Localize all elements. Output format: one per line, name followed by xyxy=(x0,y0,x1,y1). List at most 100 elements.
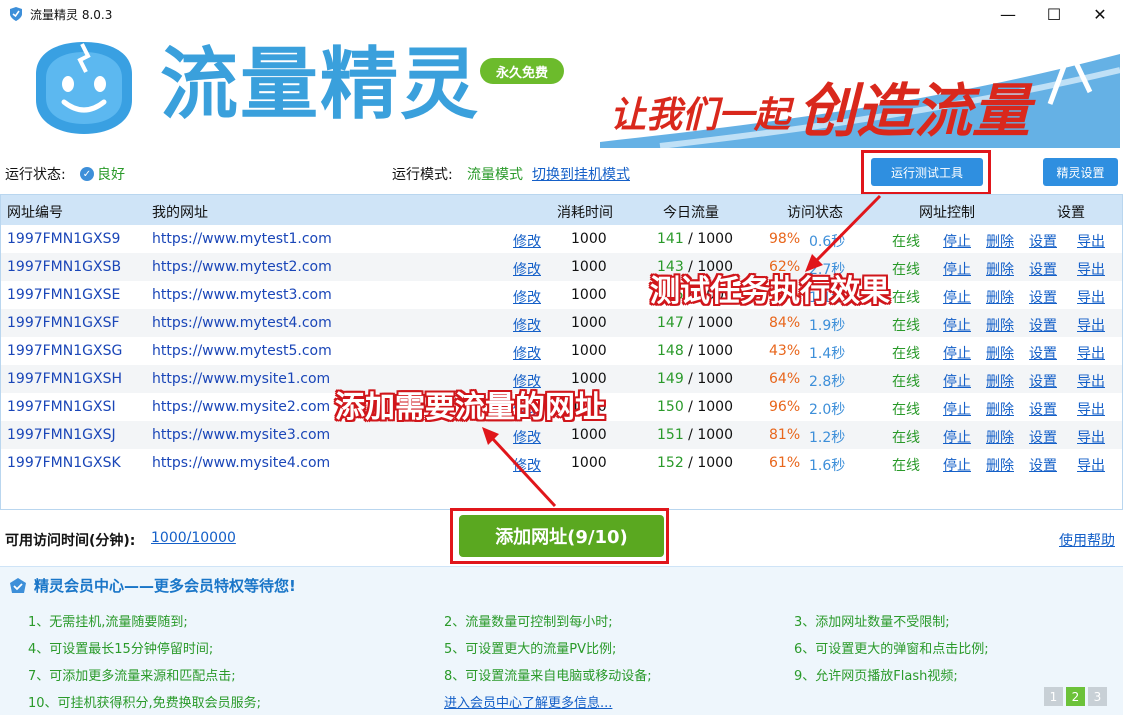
url-id: 1997FMN1GXSF xyxy=(7,315,120,331)
edit-link[interactable]: 修改 xyxy=(513,427,541,447)
export-link[interactable]: 导出 xyxy=(1077,315,1105,335)
settings-link[interactable]: 设置 xyxy=(1029,371,1057,391)
member-benefit-item: 1、无需挂机,流量随要随到; xyxy=(28,611,188,630)
flow-total: 1000 xyxy=(697,455,733,471)
settings-link[interactable]: 设置 xyxy=(1029,343,1057,363)
available-time-label: 可用访问时间(分钟): xyxy=(5,530,135,550)
stop-link[interactable]: 停止 xyxy=(943,427,971,447)
url-id: 1997FMN1GXSI xyxy=(7,399,116,415)
maximize-button[interactable]: ☐ xyxy=(1031,0,1077,28)
minimize-button[interactable]: — xyxy=(985,0,1031,28)
close-button[interactable]: ✕ xyxy=(1077,0,1123,28)
shield-icon xyxy=(8,6,24,22)
flow-value: 148 / 1000 xyxy=(657,343,733,359)
member-benefit-item: 3、添加网址数量不受限制; xyxy=(794,611,950,630)
stop-link[interactable]: 停止 xyxy=(943,259,971,279)
edit-link[interactable]: 修改 xyxy=(513,343,541,363)
status-percent: 96% xyxy=(769,399,800,415)
settings-link[interactable]: 设置 xyxy=(1029,287,1057,307)
stop-link[interactable]: 停止 xyxy=(943,315,971,335)
run-test-tool-button[interactable]: 运行测试工具 xyxy=(871,158,983,186)
flow-total: 1000 xyxy=(697,343,733,359)
flow-separator: / xyxy=(684,371,698,387)
url-id: 1997FMN1GXSG xyxy=(7,343,122,359)
delete-link[interactable]: 删除 xyxy=(986,231,1014,251)
page-button[interactable]: 1 xyxy=(1044,687,1063,706)
stop-link[interactable]: 停止 xyxy=(943,371,971,391)
export-link[interactable]: 导出 xyxy=(1077,259,1105,279)
run-mode-label: 运行模式: xyxy=(392,164,453,184)
edit-link[interactable]: 修改 xyxy=(513,259,541,279)
table-row: 1997FMN1GXSBhttps://www.mytest2.com修改100… xyxy=(1,253,1122,281)
settings-link[interactable]: 设置 xyxy=(1029,427,1057,447)
delete-link[interactable]: 删除 xyxy=(986,427,1014,447)
status-row: 运行状态: ✓ 良好 运行模式: 流量模式 切换到挂机模式 运行测试工具 精灵设… xyxy=(0,150,1123,192)
stop-link[interactable]: 停止 xyxy=(943,287,971,307)
status-seconds: 2.8秒 xyxy=(809,371,845,391)
settings-link[interactable]: 设置 xyxy=(1029,315,1057,335)
slogan: 让我们一起 创造流量 xyxy=(600,34,1120,148)
stop-link[interactable]: 停止 xyxy=(943,455,971,475)
table-row: 1997FMN1GXSFhttps://www.mytest4.com修改100… xyxy=(1,309,1122,337)
member-benefit-item: 7、可添加更多流量来源和匹配点击; xyxy=(28,665,236,684)
url-id: 1997FMN1GXSK xyxy=(7,455,121,471)
delete-link[interactable]: 删除 xyxy=(986,371,1014,391)
stop-link[interactable]: 停止 xyxy=(943,343,971,363)
table-row: 1997FMN1GXSEhttps://www.mytest3.com修改100… xyxy=(1,281,1122,309)
online-status: 在线 xyxy=(892,287,920,307)
flow-separator: / xyxy=(684,315,698,331)
edit-link[interactable]: 修改 xyxy=(513,455,541,475)
export-link[interactable]: 导出 xyxy=(1077,371,1105,391)
delete-link[interactable]: 删除 xyxy=(986,315,1014,335)
time-value: 1000 xyxy=(571,343,607,359)
delete-link[interactable]: 删除 xyxy=(986,287,1014,307)
stop-link[interactable]: 停止 xyxy=(943,399,971,419)
edit-link[interactable]: 修改 xyxy=(513,287,541,307)
brand-title: 流量精灵 xyxy=(160,46,480,124)
member-panel: 精灵会员中心——更多会员特权等待您! 1、无需挂机,流量随要随到;2、流量数量可… xyxy=(0,566,1123,715)
annotation-test-note: 测试任务执行效果 xyxy=(650,266,890,310)
stop-link[interactable]: 停止 xyxy=(943,231,971,251)
export-link[interactable]: 导出 xyxy=(1077,343,1105,363)
page-button[interactable]: 2 xyxy=(1066,687,1085,706)
header-control: 网址控制 xyxy=(919,202,975,222)
flow-value: 147 / 1000 xyxy=(657,315,733,331)
edit-link[interactable]: 修改 xyxy=(513,231,541,251)
member-center-link[interactable]: 进入会员中心了解更多信息... xyxy=(444,692,612,711)
delete-link[interactable]: 删除 xyxy=(986,399,1014,419)
settings-link[interactable]: 设置 xyxy=(1029,231,1057,251)
header-id: 网址编号 xyxy=(7,202,63,222)
status-percent: 81% xyxy=(769,427,800,443)
export-link[interactable]: 导出 xyxy=(1077,399,1105,419)
url-table: 网址编号 我的网址 消耗时间 今日流量 访问状态 网址控制 设置 1997FMN… xyxy=(0,194,1123,510)
flow-total: 1000 xyxy=(697,371,733,387)
export-link[interactable]: 导出 xyxy=(1077,287,1105,307)
settings-link[interactable]: 设置 xyxy=(1029,455,1057,475)
export-link[interactable]: 导出 xyxy=(1077,455,1105,475)
export-link[interactable]: 导出 xyxy=(1077,231,1105,251)
settings-link[interactable]: 设置 xyxy=(1029,399,1057,419)
check-circle-icon: ✓ xyxy=(80,167,94,181)
table-row: 1997FMN1GXSG https://www.mytest5.com 修改 100… xyxy=(1,337,1122,365)
export-link[interactable]: 导出 xyxy=(1077,427,1105,447)
online-status: 在线 xyxy=(892,455,920,475)
edit-link[interactable]: 修改 xyxy=(513,315,541,335)
delete-link[interactable]: 删除 xyxy=(986,259,1014,279)
url-id: 1997FMN1GXSE xyxy=(7,287,120,303)
available-time-value[interactable]: 1000/10000 xyxy=(151,530,236,546)
delete-link[interactable]: 删除 xyxy=(986,455,1014,475)
page-button[interactable]: 3 xyxy=(1088,687,1107,706)
help-link[interactable]: 使用帮助 xyxy=(1059,530,1115,550)
banner: 流量精灵 永久免费 让我们一起 创造流量 xyxy=(0,28,1123,148)
online-status: 在线 xyxy=(892,427,920,447)
delete-link[interactable]: 删除 xyxy=(986,343,1014,363)
url-text: https://www.mytest5.com xyxy=(152,343,332,359)
add-url-button[interactable]: 添加网址(9/10) xyxy=(459,515,664,557)
url-text: https://www.mysite4.com xyxy=(152,455,330,471)
settings-button[interactable]: 精灵设置 xyxy=(1043,158,1118,186)
settings-link[interactable]: 设置 xyxy=(1029,259,1057,279)
pager: 1 2 3 xyxy=(1044,687,1107,706)
flow-used: 150 xyxy=(657,399,684,415)
flow-separator: / xyxy=(684,231,698,247)
switch-mode-link[interactable]: 切换到挂机模式 xyxy=(532,164,630,184)
